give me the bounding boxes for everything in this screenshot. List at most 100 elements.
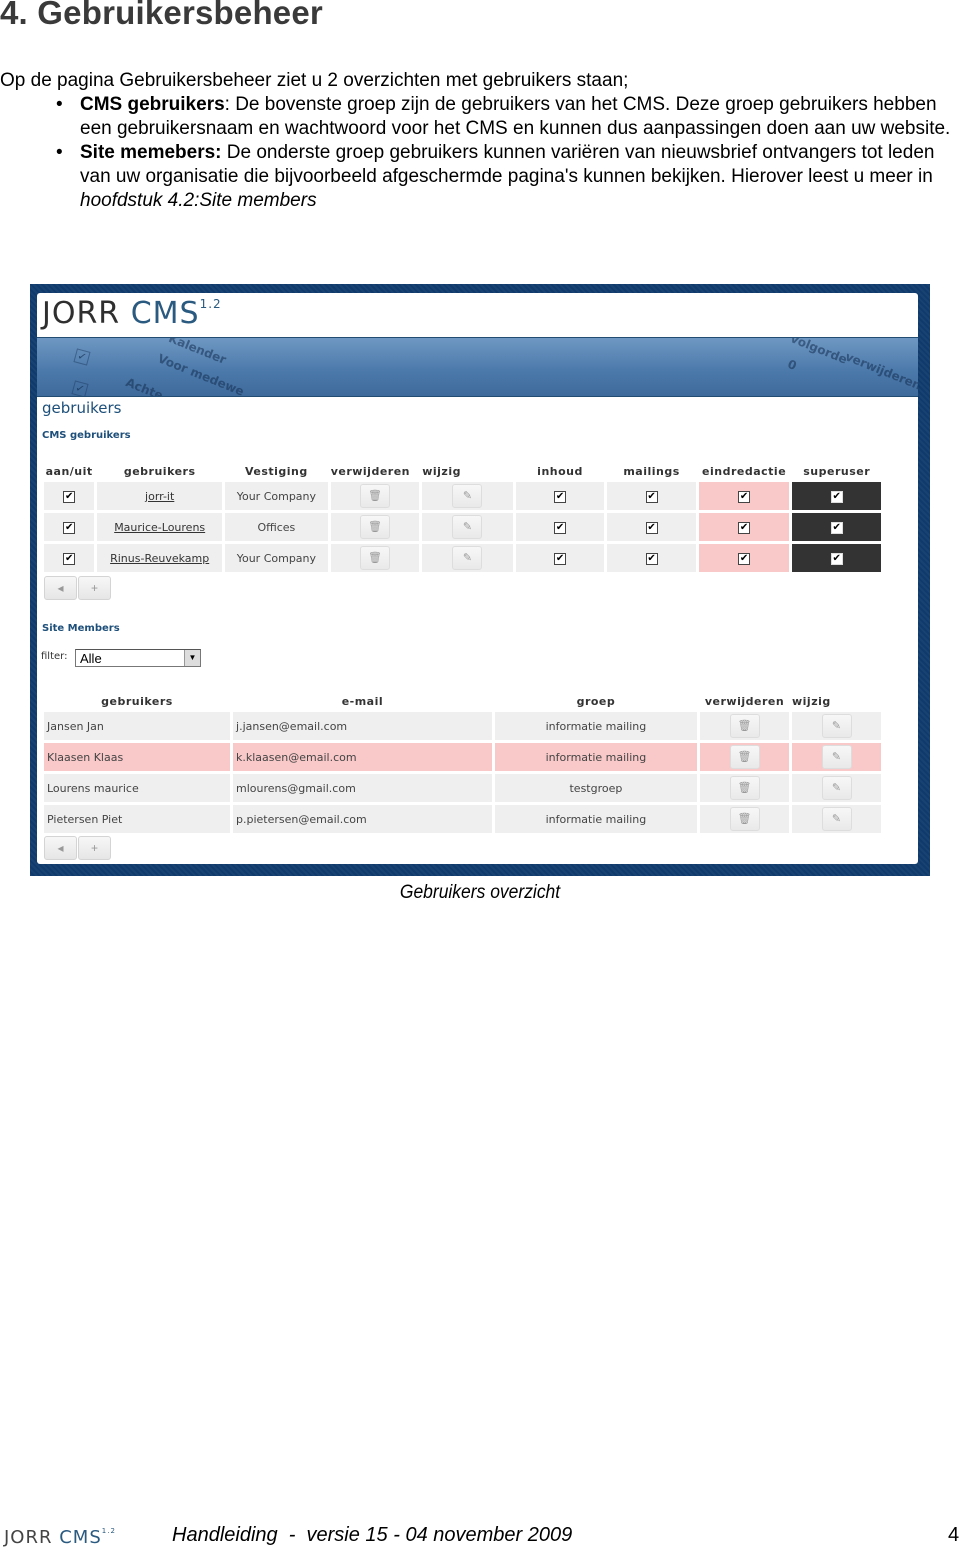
user-link[interactable]: jorr-it <box>145 490 174 503</box>
cell-email: p.pietersen@email.com <box>233 805 492 833</box>
cell-eindredactie: ✔ <box>698 544 790 572</box>
cell-eindredactie: ✔ <box>698 513 790 541</box>
checkmark-icon: ✔ <box>647 522 656 533</box>
inhoud-checkbox[interactable]: ✔ <box>554 522 567 534</box>
inhoud-checkbox[interactable]: ✔ <box>554 491 567 503</box>
cell-email: j.jansen@email.com <box>233 712 492 740</box>
cell-user: jorr-it <box>97 482 223 510</box>
cell-superuser: ✔ <box>792 544 881 572</box>
checkmark-icon: ✔ <box>555 491 565 502</box>
eindredactie-checkbox[interactable]: ✔ <box>738 522 751 534</box>
cell-name: Pietersen Piet <box>44 805 231 833</box>
intro-text: Op de pagina Gebruikersbeheer ziet u 2 o… <box>0 70 629 91</box>
checkmark-icon: ✔ <box>832 491 841 502</box>
checkmark-icon: ✔ <box>647 553 656 564</box>
delete-button[interactable]: 🗑 <box>729 745 760 769</box>
table-row: Lourens maurice mlourens@gmail.com testgro… <box>44 774 881 802</box>
cell-user: Rinus-Reuvekamp <box>97 544 223 572</box>
edit-button[interactable]: ✎ <box>821 714 852 738</box>
cell-superuser: ✔ <box>792 482 881 510</box>
col-inhoud: inhoud <box>537 465 583 478</box>
col-wijzig: wijzig <box>792 695 831 708</box>
pencil-icon: ✎ <box>831 750 842 763</box>
banner-word: 0 <box>785 356 799 374</box>
cell-mailings: ✔ <box>607 544 696 572</box>
col-wijzig: wijzig <box>422 465 461 478</box>
footer-logo: JORR CMS1.2 <box>4 1527 116 1548</box>
logo-version: 1.2 <box>101 1527 116 1535</box>
active-checkbox[interactable]: ✔ <box>63 553 76 565</box>
chapter-reference: hoofdstuk 4.2:Site members <box>80 190 317 211</box>
logo-jorr: JORR <box>42 296 121 331</box>
cell-group: testgroep <box>494 774 698 802</box>
user-link[interactable]: Maurice-Lourens <box>114 521 205 534</box>
cell-inhoud: ✔ <box>515 513 605 541</box>
col-superuser: superuser <box>803 465 871 478</box>
trash-icon: 🗑 <box>737 750 752 763</box>
superuser-checkbox[interactable]: ✔ <box>830 553 843 565</box>
cms-users-table: aan/uit gebruikers Vestiging verwijderen… <box>41 460 884 575</box>
pencil-icon: ✎ <box>831 719 842 732</box>
inhoud-checkbox[interactable]: ✔ <box>554 553 567 565</box>
cell-mailings: ✔ <box>607 513 696 541</box>
col-mailings: mailings <box>623 465 680 478</box>
edit-button[interactable]: ✎ <box>821 807 852 831</box>
cell-user: Maurice-Lourens <box>97 513 223 541</box>
mailings-checkbox[interactable]: ✔ <box>645 553 658 565</box>
cell-active: ✔ <box>44 482 95 510</box>
delete-button[interactable]: 🗑 <box>359 484 390 508</box>
bullet-list: • CMS gebruikers: De bovenste groep zijn… <box>0 93 960 213</box>
mailings-checkbox[interactable]: ✔ <box>645 491 658 503</box>
trash-icon: 🗑 <box>737 781 752 794</box>
edit-button[interactable]: ✎ <box>821 776 852 800</box>
col-gebruikers: gebruikers <box>123 465 196 478</box>
banner-check-icon: ✓ <box>73 348 91 366</box>
edit-button[interactable]: ✎ <box>452 546 483 570</box>
delete-button[interactable]: 🗑 <box>359 546 390 570</box>
superuser-checkbox[interactable]: ✔ <box>830 522 843 534</box>
pencil-icon: ✎ <box>831 812 842 825</box>
checkmark-icon: ✔ <box>64 491 74 502</box>
trash-icon: 🗑 <box>737 812 752 825</box>
members-back-button[interactable]: ◂ <box>44 836 77 860</box>
triangle-left-icon: ◂ <box>57 581 64 595</box>
header-banner: ✓ ✓ Kalender Voor medewe Achte volgorde … <box>37 337 918 397</box>
cms-back-button[interactable]: ◂ <box>44 576 77 600</box>
cell-eindredactie: ✔ <box>698 482 790 510</box>
delete-button[interactable]: 🗑 <box>729 714 760 738</box>
col-eindredactie: eindredactie <box>702 465 787 478</box>
delete-button[interactable]: 🗑 <box>359 515 390 539</box>
edit-button[interactable]: ✎ <box>821 745 852 769</box>
checkmark-icon: ✔ <box>739 491 749 502</box>
filter-value: Alle <box>80 651 102 666</box>
members-add-button[interactable]: + <box>78 836 111 860</box>
user-link[interactable]: Rinus-Reuvekamp <box>110 552 209 565</box>
site-members-title: Site Members <box>42 623 120 634</box>
cell-edit: ✎ <box>792 774 881 802</box>
cell-group: informatie mailing <box>494 743 698 771</box>
delete-button[interactable]: 🗑 <box>729 776 760 800</box>
active-checkbox[interactable]: ✔ <box>63 522 76 534</box>
cell-active: ✔ <box>44 513 95 541</box>
logo-cms: CMS <box>130 296 200 331</box>
cell-group: informatie mailing <box>494 712 698 740</box>
delete-button[interactable]: 🗑 <box>729 807 760 831</box>
active-checkbox[interactable]: ✔ <box>63 491 76 503</box>
plus-icon: + <box>90 841 98 855</box>
eindredactie-checkbox[interactable]: ✔ <box>738 491 751 503</box>
checkmark-icon: ✔ <box>64 522 74 533</box>
edit-button[interactable]: ✎ <box>452 515 483 539</box>
checkmark-icon: ✔ <box>739 522 749 533</box>
superuser-checkbox[interactable]: ✔ <box>830 491 843 503</box>
cell-edit: ✎ <box>422 513 513 541</box>
cms-add-button[interactable]: + <box>78 576 111 600</box>
cell-inhoud: ✔ <box>515 544 605 572</box>
filter-select[interactable]: Alle ▼ <box>75 649 201 667</box>
eindredactie-checkbox[interactable]: ✔ <box>738 553 751 565</box>
pencil-icon: ✎ <box>831 781 842 794</box>
mailings-checkbox[interactable]: ✔ <box>645 522 658 534</box>
pencil-icon: ✎ <box>462 551 473 564</box>
edit-button[interactable]: ✎ <box>452 484 483 508</box>
trash-icon: 🗑 <box>367 551 382 564</box>
cell-superuser: ✔ <box>792 513 881 541</box>
